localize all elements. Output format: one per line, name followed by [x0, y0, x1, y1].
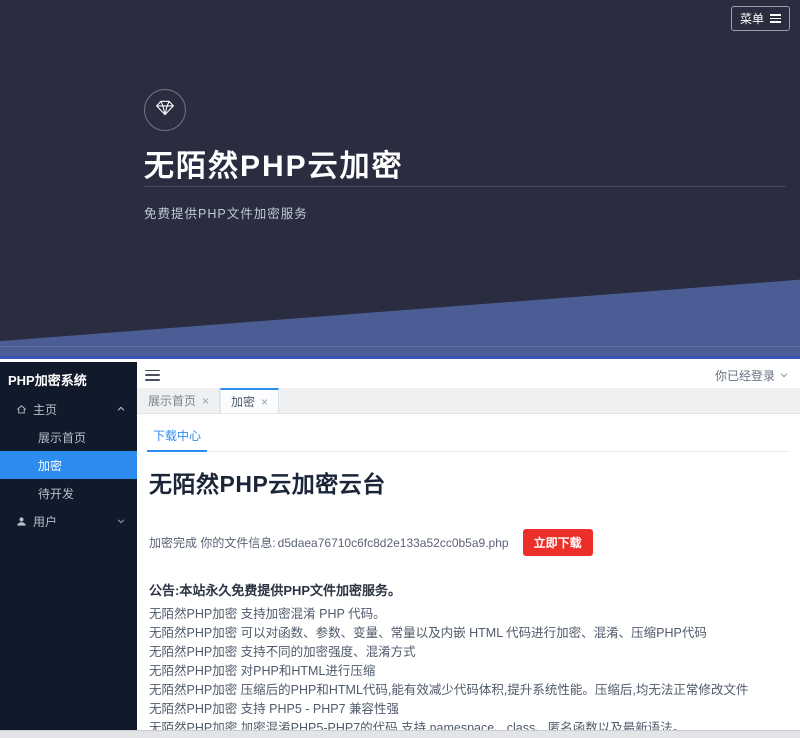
sidebar-title: PHP加密系统 — [0, 362, 137, 395]
content-panel: 下载中心 无陌然PHP云加密云台 加密完成 你的文件信息: d5daea7671… — [137, 414, 800, 730]
logo-badge — [144, 89, 186, 131]
menu-hamburger-icon — [770, 14, 781, 23]
notice-item: 无陌然PHP加密 支持加密混淆 PHP 代码。 — [149, 605, 788, 624]
tab-label: 加密 — [231, 393, 255, 410]
tab-label: 展示首页 — [148, 392, 196, 409]
file-name: d5daea76710c6fc8d2e133a52cc0b5a9.php — [278, 536, 509, 550]
notice-item: 无陌然PHP加密 加密混淆PHP5-PHP7的代码,支持 namespace、c… — [149, 719, 788, 730]
notice-item: 无陌然PHP加密 支持不同的加密强度、混淆方式 — [149, 643, 788, 662]
notice-list: 无陌然PHP加密 支持加密混淆 PHP 代码。 无陌然PHP加密 可以对函数、参… — [149, 605, 788, 730]
notice-title: 公告:本站永久免费提供PHP文件加密服务。 — [149, 580, 788, 599]
download-button[interactable]: 立即下载 — [523, 529, 593, 556]
file-info-prefix: 加密完成 你的文件信息: — [149, 534, 276, 551]
page: 菜单 无陌然PHP云加密 免费提供PHP文件加密服务 PHP加密系统 — [0, 0, 800, 738]
sidebar-item-label: 用户 — [33, 513, 57, 530]
sidebar-item-home[interactable]: 主页 — [0, 395, 137, 423]
sidebar-item-label: 待开发 — [38, 485, 74, 502]
login-status[interactable]: 你已经登录 — [715, 367, 788, 384]
sidebar-item-label: 加密 — [38, 457, 62, 474]
open-tabs-bar: 展示首页 × 加密 × — [137, 388, 800, 414]
close-icon[interactable]: × — [261, 396, 268, 408]
hero-divider — [144, 186, 786, 187]
admin-app: PHP加密系统 主页 展示首页 加密 — [0, 362, 800, 730]
tab-download-center[interactable]: 下载中心 — [147, 422, 207, 452]
hero-menu-button[interactable]: 菜单 — [731, 6, 790, 31]
sidebar-item-label: 主页 — [33, 401, 57, 418]
tab-show-home[interactable]: 展示首页 × — [138, 388, 220, 413]
tab-encrypt[interactable]: 加密 × — [220, 388, 279, 413]
sidebar-item-label: 展示首页 — [38, 429, 86, 446]
hero-title: 无陌然PHP云加密 — [144, 141, 404, 185]
notice-item: 无陌然PHP加密 压缩后的PHP和HTML代码,能有效减少代码体积,提升系统性能… — [149, 681, 788, 700]
collapse-sidebar-icon[interactable] — [145, 370, 160, 381]
sidebar: PHP加密系统 主页 展示首页 加密 — [0, 362, 137, 730]
chevron-down-icon — [117, 517, 125, 525]
divider — [0, 346, 800, 347]
close-icon[interactable]: × — [202, 395, 209, 407]
page-title: 无陌然PHP云加密云台 — [149, 465, 788, 499]
chevron-up-icon — [117, 405, 125, 413]
sidebar-item-todo[interactable]: 待开发 — [0, 479, 137, 507]
chevron-down-icon — [780, 368, 788, 382]
sidebar-item-show-home[interactable]: 展示首页 — [0, 423, 137, 451]
user-icon — [16, 516, 27, 527]
main-area: 你已经登录 展示首页 × 加密 × — [137, 362, 800, 730]
topbar: 你已经登录 — [137, 362, 800, 388]
notice-item: 无陌然PHP加密 可以对函数、参数、变量、常量以及内嵌 HTML 代码进行加密、… — [149, 624, 788, 643]
file-info-line: 加密完成 你的文件信息: d5daea76710c6fc8d2e133a52cc… — [149, 529, 788, 556]
sidebar-item-encrypt[interactable]: 加密 — [0, 451, 137, 479]
bottom-strip — [0, 730, 800, 738]
hero-section: 菜单 无陌然PHP云加密 免费提供PHP文件加密服务 — [0, 0, 800, 359]
hero-subtitle: 免费提供PHP文件加密服务 — [144, 203, 308, 222]
login-status-label: 你已经登录 — [715, 367, 775, 384]
home-icon — [16, 404, 27, 415]
notice-item: 无陌然PHP加密 对PHP和HTML进行压缩 — [149, 662, 788, 681]
hero-menu-label: 菜单 — [740, 10, 764, 27]
section-tabs: 下载中心 — [147, 422, 788, 452]
notice-item: 无陌然PHP加密 支持 PHP5 - PHP7 兼容性强 — [149, 700, 788, 719]
sidebar-item-user[interactable]: 用户 — [0, 507, 137, 535]
diamond-icon — [155, 98, 175, 123]
